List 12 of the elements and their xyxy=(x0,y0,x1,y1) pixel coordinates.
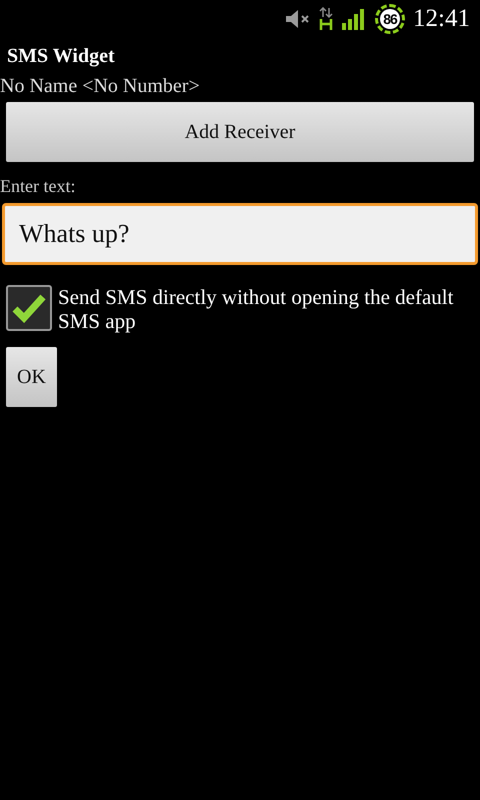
receiver-text: No Name <No Number> xyxy=(0,75,200,98)
input-field[interactable]: Whats up? xyxy=(2,203,478,265)
field-label: Enter text: xyxy=(0,176,76,197)
ok-button[interactable]: OK xyxy=(6,347,57,407)
battery-indicator: 86 xyxy=(375,4,406,34)
app-title: SMS Widget xyxy=(7,45,115,68)
mute-icon xyxy=(285,9,312,29)
mobile-data-icon xyxy=(319,7,334,31)
checkbox[interactable] xyxy=(6,285,52,331)
checkbox-label: Send SMS directly without opening the default SMS app xyxy=(58,285,454,333)
clock: 12:41 xyxy=(413,5,470,33)
add-receiver-button[interactable]: Add Receiver xyxy=(6,102,474,162)
